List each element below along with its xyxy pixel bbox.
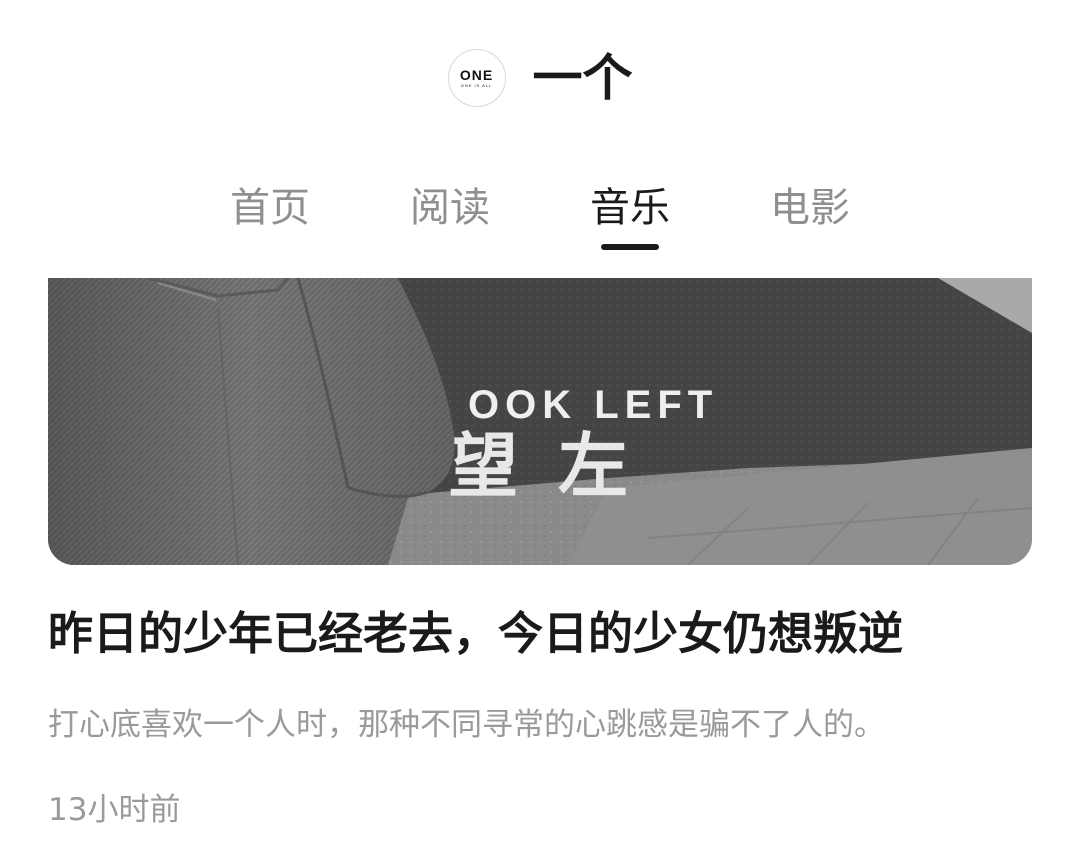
article-cover-image[interactable]: OOK LEFT 望左 (48, 278, 1032, 565)
road-marking-english: OOK LEFT (468, 383, 718, 427)
article-summary[interactable]: 打心底喜欢一个人时，那种不同寻常的心跳感是骗不了人的。 (48, 703, 1032, 747)
music-page: ONE ONE IS ALL 一个 首页 阅读 音乐 电影 OOK LEFT 望… (0, 0, 1080, 864)
road-marking-chinese: 望左 (448, 425, 668, 507)
logo-text: ONE (459, 66, 494, 83)
top-tab-bar: 首页 阅读 音乐 电影 (0, 178, 1080, 258)
tab-music[interactable]: 音乐 (570, 178, 690, 238)
app-title: 一个 (532, 49, 633, 107)
tab-movie[interactable]: 电影 (750, 178, 870, 238)
article-title[interactable]: 昨日的少年已经老去，今日的少女仍想叛逆 (48, 604, 1032, 664)
active-tab-indicator (601, 244, 659, 250)
article-timestamp: 13小时前 (48, 792, 181, 828)
tab-reading[interactable]: 阅读 (390, 178, 510, 238)
tab-home[interactable]: 首页 (210, 178, 330, 238)
logo-tagline: ONE IS ALL (460, 82, 493, 88)
one-logo: ONE ONE IS ALL (447, 49, 506, 107)
app-header: ONE ONE IS ALL 一个 (0, 48, 1080, 108)
